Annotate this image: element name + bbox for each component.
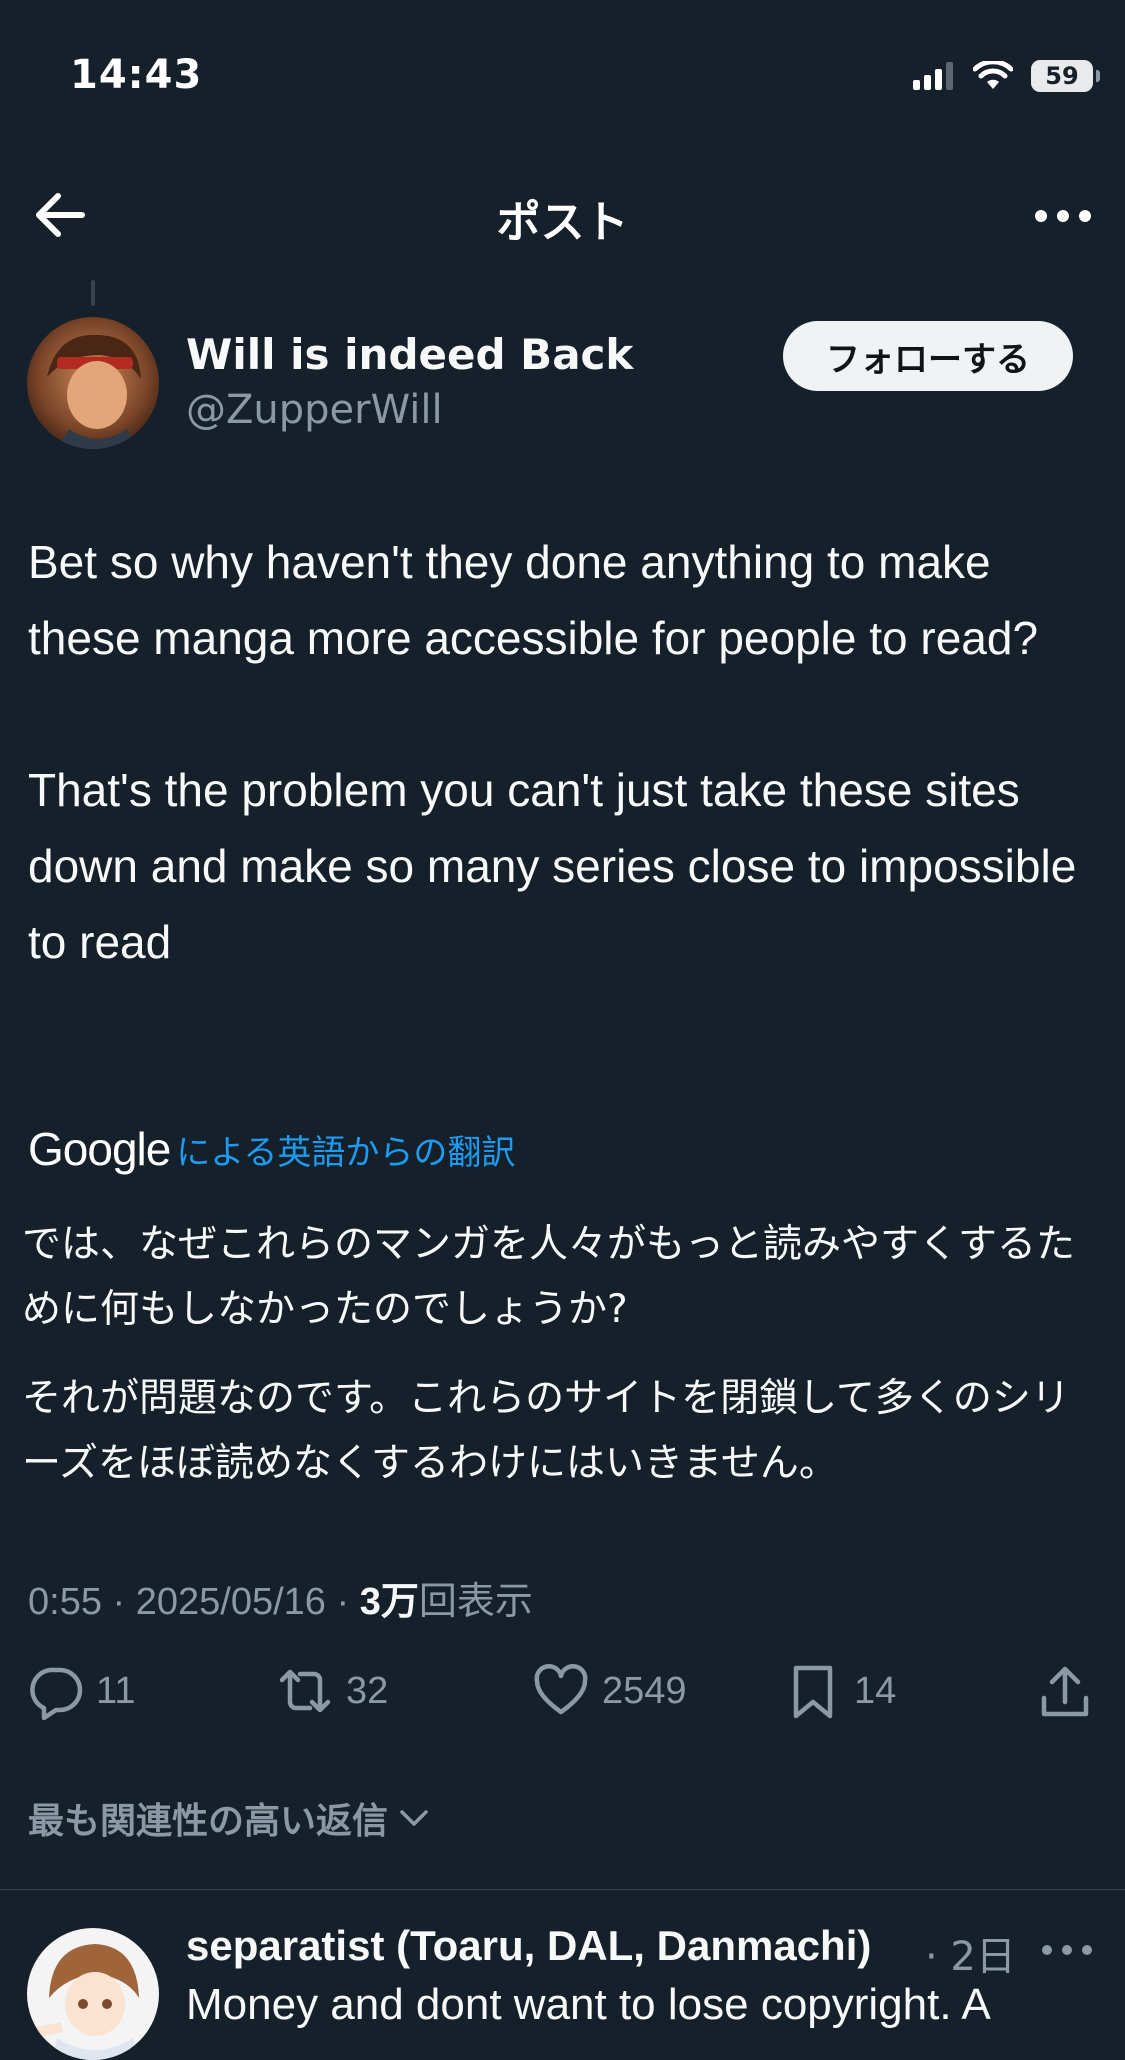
bookmark-button[interactable]: 14 (784, 1662, 896, 1720)
reply-time: · 2日 (925, 1934, 1016, 1980)
more-options-button[interactable] (1031, 196, 1095, 236)
post-meta: 0:55 · 2025/05/16 · 3万回表示 (28, 1570, 533, 1625)
like-button[interactable]: 2549 (532, 1662, 687, 1720)
share-button[interactable] (1036, 1662, 1094, 1720)
post-date: 2025/05/16 (135, 1581, 326, 1623)
author-avatar[interactable] (27, 317, 159, 449)
author-name[interactable]: Will is indeed Back (186, 330, 633, 379)
chevron-down-icon (400, 1810, 428, 1826)
status-time: 14:43 (70, 52, 203, 98)
reply-author-avatar[interactable] (27, 1928, 159, 2060)
share-icon (1041, 1666, 1089, 1717)
meta-separator: · (336, 1581, 350, 1623)
replies-sort-label: 最も関連性の高い返信 (28, 1801, 389, 1842)
battery-indicator: 59 (1031, 60, 1100, 92)
battery-level: 59 (1045, 62, 1079, 90)
views-label[interactable]: 回表示 (419, 1581, 533, 1623)
translation-attribution[interactable]: Google による英語からの翻訳 (28, 1122, 515, 1176)
like-count: 2549 (602, 1669, 687, 1712)
divider (0, 1889, 1125, 1890)
translated-paragraph: それが問題なのです。これらのサイトを閉鎖して多くのシリーズをほぼ読めなくするわけ… (22, 1376, 1070, 1486)
bookmark-icon (793, 1665, 833, 1719)
reply-more-button[interactable] (1037, 1930, 1097, 1970)
follow-button[interactable]: フォローする (783, 321, 1073, 391)
cellular-signal-icon (913, 62, 953, 90)
meta-separator: · (112, 1581, 126, 1623)
post-text: Bet so why haven't they done anything to… (28, 524, 1098, 980)
status-indicators: 59 (913, 60, 1100, 92)
repost-count: 32 (346, 1669, 389, 1712)
page-title: ポスト (496, 197, 629, 248)
reply-icon (30, 1667, 83, 1720)
author-handle[interactable]: @ZupperWill (186, 387, 443, 433)
translated-paragraph: では、なぜこれらのマンガを人々がもっと読みやすくするために何もしなかったのでしょ… (22, 1222, 1076, 1332)
translation-label[interactable]: による英語からの翻訳 (176, 1125, 515, 1174)
heart-icon (534, 1664, 588, 1715)
thread-line (91, 280, 95, 306)
post-paragraph: Bet so why haven't they done anything to… (28, 536, 1039, 664)
reply-author-name[interactable]: separatist (Toaru, DAL, Danmachi) (186, 1922, 871, 1970)
reply-count: 11 (96, 1669, 136, 1712)
repost-icon (279, 1669, 331, 1713)
more-horizontal-icon (1042, 1945, 1092, 1955)
reply-text: Money and dont want to lose copyright. A (186, 1980, 991, 2029)
bookmark-count: 14 (854, 1669, 897, 1712)
action-bar: 11 32 2549 14 (26, 1662, 1096, 1728)
more-horizontal-icon (1035, 210, 1091, 222)
wifi-icon (973, 61, 1013, 89)
reply-button[interactable]: 11 (26, 1662, 135, 1720)
replies-sort-toggle[interactable]: 最も関連性の高い返信 (28, 1792, 432, 1844)
repost-button[interactable]: 32 (276, 1662, 388, 1720)
post-time: 0:55 (28, 1581, 102, 1623)
translated-text: では、なぜこれらのマンガを人々がもっと読みやすくするために何もしなかったのでしょ… (22, 1212, 1102, 1496)
post-paragraph: That's the problem you can't just take t… (28, 764, 1077, 968)
google-logo: Google (28, 1123, 171, 1175)
views-count[interactable]: 3万 (360, 1581, 419, 1623)
